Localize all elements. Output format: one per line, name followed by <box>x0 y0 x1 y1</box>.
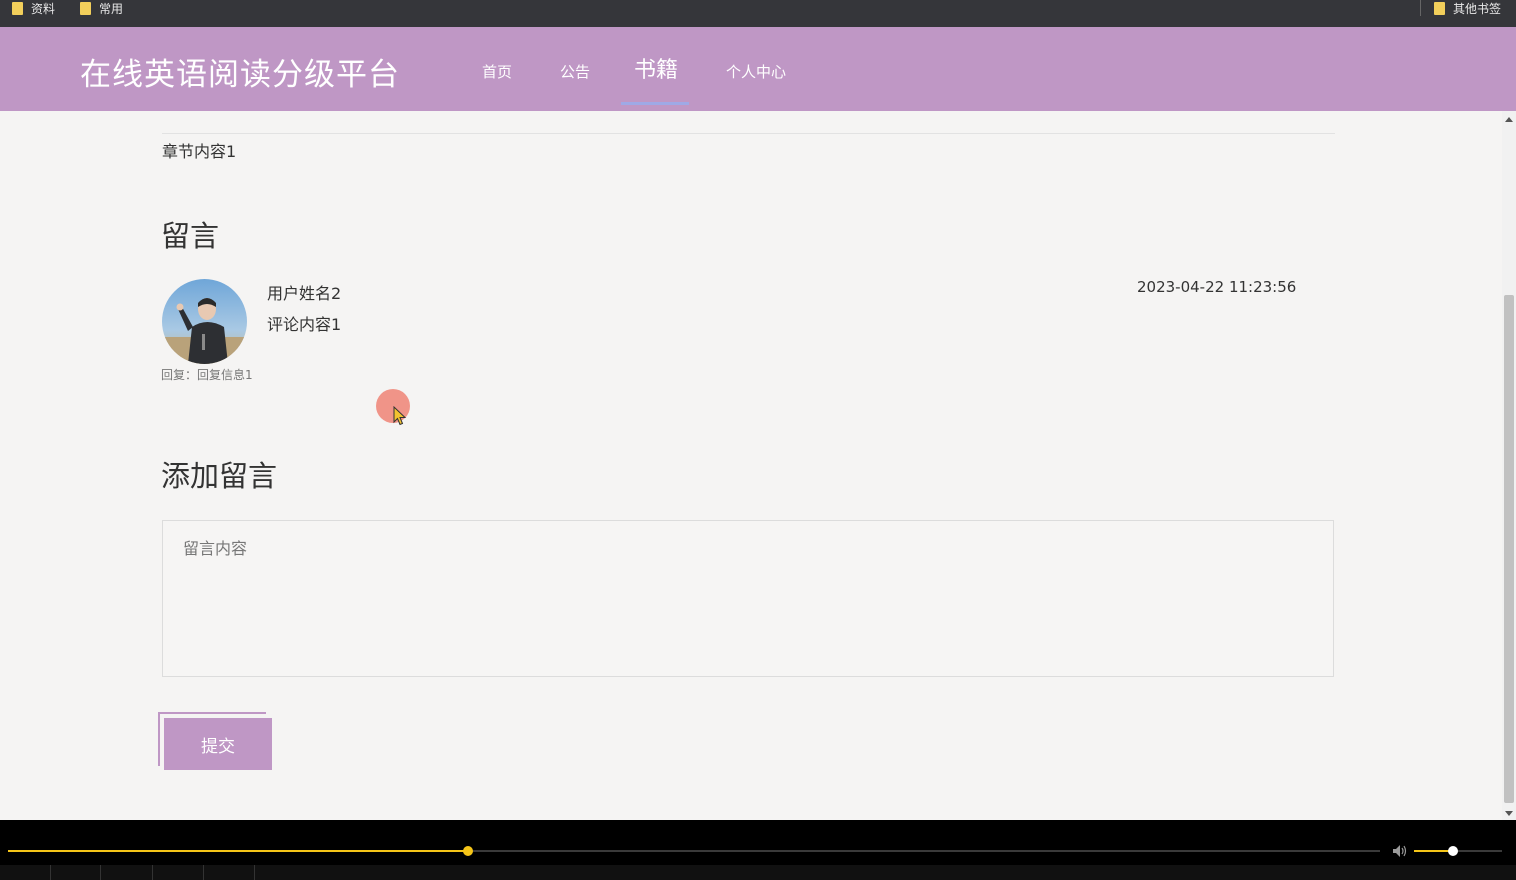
comment-text: 评论内容1 <box>267 315 342 334</box>
site-header: 在线英语阅读分级平台 首页 公告 书籍 个人中心 <box>0 27 1516 111</box>
nav-item-announcements[interactable]: 公告 <box>560 61 590 82</box>
scroll-up-arrow-icon[interactable] <box>1505 117 1513 122</box>
comments-title: 留言 <box>161 219 220 253</box>
folder-icon <box>80 1 91 15</box>
bookmark-label: 其他书签 <box>1453 1 1502 16</box>
submit-button[interactable]: 提交 <box>164 718 272 770</box>
nav-active-indicator <box>621 102 689 105</box>
nav-item-home[interactable]: 首页 <box>482 61 512 82</box>
folder-icon <box>1434 1 1445 15</box>
comment-input[interactable] <box>162 520 1334 677</box>
nav-item-books[interactable]: 书籍 <box>634 52 678 84</box>
chapter-content: 章节内容1 <box>162 142 237 161</box>
bookmark-folder-other[interactable]: 其他书签 <box>1434 0 1501 16</box>
bookmark-label: 资料 <box>31 1 56 16</box>
nav-item-profile[interactable]: 个人中心 <box>726 61 786 82</box>
add-comment-title: 添加留言 <box>161 459 278 493</box>
player-divider <box>100 865 101 880</box>
volume-icon[interactable] <box>1392 844 1408 858</box>
scrollbar-thumb[interactable] <box>1504 295 1514 803</box>
volume-knob[interactable] <box>1448 846 1458 856</box>
player-divider <box>254 865 255 880</box>
playback-progress-fill <box>8 850 468 852</box>
comment-reply: 回复：回复信息1 <box>161 368 253 382</box>
bookmark-divider <box>1420 0 1421 16</box>
comment-timestamp: 2023-04-22 11:23:56 <box>1137 278 1297 296</box>
bookmarks-bar: 资料 常用 其他书签 <box>0 0 1516 27</box>
site-title[interactable]: 在线英语阅读分级平台 <box>80 49 400 94</box>
mouse-cursor-icon <box>393 406 407 426</box>
player-divider <box>152 865 153 880</box>
scroll-down-arrow-icon[interactable] <box>1505 811 1513 816</box>
submit-button-wrapper: 提交 <box>158 712 272 770</box>
folder-icon <box>12 1 23 15</box>
comment-username: 用户姓名2 <box>267 284 342 303</box>
avatar-photo <box>162 279 247 364</box>
avatar[interactable] <box>162 279 247 364</box>
bookmark-folder-ziliao[interactable]: 资料 <box>12 0 55 16</box>
playback-progress-knob[interactable] <box>463 846 473 856</box>
player-divider <box>50 865 51 880</box>
content-divider <box>162 133 1335 134</box>
player-bottom-strip <box>0 865 1516 880</box>
bookmark-folder-changyong[interactable]: 常用 <box>80 0 123 16</box>
player-divider <box>203 865 204 880</box>
bookmark-label: 常用 <box>99 1 124 16</box>
